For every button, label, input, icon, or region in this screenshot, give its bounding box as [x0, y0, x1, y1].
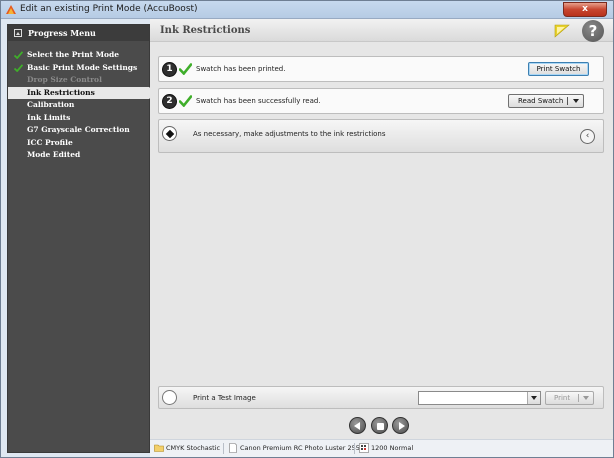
- print-swatch-button[interactable]: Print Swatch: [528, 62, 589, 76]
- status-divider: [223, 443, 224, 454]
- page-title: Ink Restrictions: [160, 25, 251, 36]
- step-label: G7 Grayscale Correction: [27, 125, 130, 134]
- media-page-icon: [229, 443, 237, 453]
- status-bar: CMYK Stochastic Canon Premium RC Photo L…: [150, 439, 613, 457]
- main-content: Ink Restrictions ? 1 Swatch has been pri…: [150, 19, 613, 457]
- next-step-button[interactable]: [392, 417, 409, 434]
- step-basic-settings[interactable]: Basic Print Mode Settings: [8, 62, 149, 75]
- step-drop-size-control: Drop Size Control: [8, 74, 149, 87]
- step-row-read-swatch: 2 Swatch has been successfully read. Rea…: [158, 88, 604, 114]
- step-label: Mode Edited: [27, 150, 81, 159]
- progress-steps: Select the Print Mode Basic Print Mode S…: [8, 49, 156, 162]
- print-test-image-button[interactable]: Print: [545, 391, 594, 405]
- progress-menu: Progress Menu Select the Print Mode Basi…: [7, 24, 156, 453]
- empty-step-icon: [162, 390, 177, 405]
- chevron-down-icon[interactable]: [527, 392, 540, 404]
- step-g7-grayscale[interactable]: G7 Grayscale Correction: [8, 124, 149, 137]
- media-status: Canon Premium RC Photo Luster 255: [240, 444, 360, 452]
- help-icon[interactable]: ?: [582, 20, 604, 42]
- expand-chevron-icon[interactable]: ‹: [580, 129, 595, 144]
- stop-button[interactable]: [371, 417, 388, 434]
- chevron-down-icon[interactable]: [573, 99, 579, 103]
- step-calibration[interactable]: Calibration: [8, 99, 149, 112]
- test-image-select[interactable]: [418, 391, 541, 405]
- window-title: Edit an existing Print Mode (AccuBoost): [20, 4, 198, 14]
- read-swatch-button[interactable]: Read Swatch: [508, 94, 584, 108]
- print-label: Print: [554, 394, 571, 402]
- resolution-status: 1200 Normal: [371, 444, 414, 452]
- step-label: Calibration: [27, 100, 75, 109]
- step-instruction-text: As necessary, make adjustments to the in…: [193, 130, 386, 138]
- content-header: Ink Restrictions ?: [150, 19, 613, 42]
- check-icon: [179, 95, 192, 107]
- split-divider: [578, 394, 579, 402]
- step-label: Basic Print Mode Settings: [27, 62, 138, 72]
- close-button[interactable]: x: [563, 2, 607, 17]
- resolution-icon: [359, 443, 369, 453]
- chevron-down-icon[interactable]: [583, 396, 589, 400]
- step-select-print-mode[interactable]: Select the Print Mode: [8, 49, 149, 62]
- step-ink-restrictions[interactable]: Ink Restrictions: [8, 86, 156, 99]
- split-divider: [567, 97, 568, 105]
- step-status-text: Swatch has been successfully read.: [196, 97, 321, 105]
- collapse-icon[interactable]: [14, 29, 22, 37]
- app-logo-icon: [6, 5, 16, 14]
- step-number-badge: 2: [162, 94, 177, 109]
- test-image-row: Print a Test Image Print: [158, 386, 604, 409]
- diamond-step-icon: [162, 126, 177, 141]
- title-bar: Edit an existing Print Mode (AccuBoost) …: [1, 1, 613, 19]
- flag-icon[interactable]: [554, 24, 570, 38]
- folder-icon: [154, 444, 164, 452]
- step-label: Ink Limits: [27, 112, 71, 122]
- step-row-adjust-restrictions: As necessary, make adjustments to the in…: [158, 119, 604, 153]
- progress-menu-title: Progress Menu: [28, 28, 96, 38]
- step-label: ICC Profile: [27, 137, 73, 147]
- step-label: Drop Size Control: [27, 75, 102, 84]
- read-swatch-label: Read Swatch: [518, 97, 564, 105]
- check-icon: [179, 63, 192, 75]
- step-status-text: Swatch has been printed.: [196, 65, 286, 73]
- check-icon: [14, 63, 23, 72]
- step-mode-edited[interactable]: Mode Edited: [8, 149, 149, 162]
- app-window: Edit an existing Print Mode (AccuBoost) …: [0, 0, 614, 458]
- test-image-label: Print a Test Image: [193, 394, 256, 402]
- step-ink-limits[interactable]: Ink Limits: [8, 112, 149, 125]
- step-label: Select the Print Mode: [27, 50, 120, 59]
- color-mode-status: CMYK Stochastic: [166, 444, 221, 452]
- step-icc-profile[interactable]: ICC Profile: [8, 137, 149, 150]
- status-divider: [354, 443, 355, 454]
- previous-step-button[interactable]: [349, 417, 366, 434]
- step-number-badge: 1: [162, 62, 177, 77]
- check-icon: [14, 51, 23, 59]
- step-row-print-swatch: 1 Swatch has been printed. Print Swatch: [158, 56, 604, 82]
- progress-menu-header: Progress Menu: [8, 25, 149, 41]
- step-label: Ink Restrictions: [27, 87, 95, 97]
